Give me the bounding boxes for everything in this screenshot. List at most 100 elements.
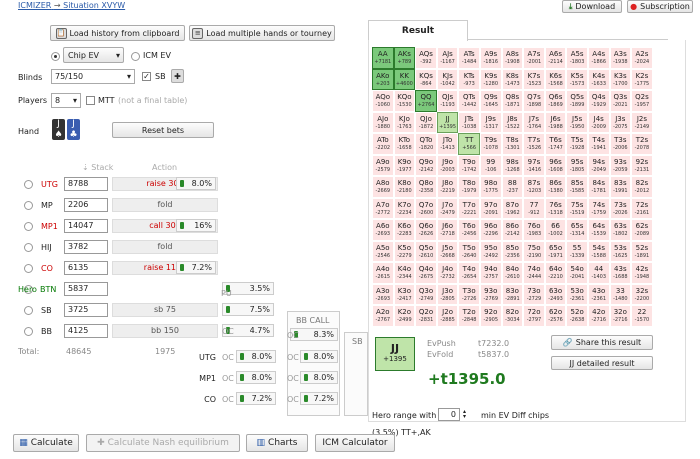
hand-cell[interactable]: A3o -2693	[372, 283, 394, 305]
tab-result[interactable]: Result	[368, 20, 468, 41]
hand-cell[interactable]: T8o -1979	[458, 176, 480, 198]
hand-cell[interactable]: 92s -2131	[631, 154, 653, 176]
hand-cell[interactable]: Q7s -1898	[523, 90, 545, 112]
hand-cell[interactable]: Q9o -2142	[415, 154, 437, 176]
hand-cell[interactable]: AQo -1060	[372, 90, 394, 112]
hand-cell[interactable]: T5s -1928	[566, 133, 588, 155]
icm-ev-radio[interactable]	[131, 52, 140, 61]
hero-range-input[interactable]: 0	[438, 408, 460, 421]
action-box[interactable]: fold	[112, 198, 218, 212]
breadcrumb-home[interactable]: ICMIZER	[18, 1, 51, 10]
hand-cell[interactable]: A6o -2693	[372, 219, 394, 241]
hand-cell[interactable]: 73o -2729	[523, 283, 545, 305]
hand-cell[interactable]: J3s -2075	[609, 111, 632, 133]
hand-cell[interactable]: KK +4600	[393, 68, 416, 90]
hand-cell[interactable]: 22 -1570	[631, 305, 653, 327]
download-button[interactable]: ⤓ Download	[562, 0, 622, 13]
hand-cell[interactable]: 52s -1891	[631, 240, 653, 262]
hand-card-1[interactable]: J ♠	[52, 119, 65, 140]
hand-cell[interactable]: A9o -2579	[372, 154, 394, 176]
hand-cell[interactable]: 74o -2444	[523, 262, 545, 284]
hand-cell[interactable]: T3s -2006	[609, 133, 632, 155]
hand-cell[interactable]: 98o -1775	[479, 176, 502, 198]
stack-input[interactable]: 2206	[64, 198, 108, 212]
hand-cell[interactable]: 92o -2905	[479, 305, 502, 327]
nash-button[interactable]: ✚ Calculate Nash equilibrium	[86, 434, 240, 452]
hand-cell[interactable]: K8o -2180	[393, 176, 416, 198]
stack-input[interactable]: 6135	[64, 261, 108, 275]
hand-cell[interactable]: J8o -2219	[436, 176, 459, 198]
hand-cell[interactable]: 83o -2891	[501, 283, 524, 305]
hand-cell[interactable]: 88 -237	[501, 176, 524, 198]
hand-cell[interactable]: 53s -1625	[609, 240, 632, 262]
seat-radio[interactable]	[24, 180, 33, 189]
add-icon[interactable]: ✚	[171, 69, 184, 83]
hand-cell[interactable]: K3s -1700	[609, 68, 632, 90]
hand-cell[interactable]: J8s -1522	[501, 111, 524, 133]
hand-cell[interactable]: 43o -2361	[587, 283, 610, 305]
hand-cell[interactable]: JTs -1038	[458, 111, 480, 133]
hand-cell[interactable]: 54o -2041	[566, 262, 588, 284]
blinds-select[interactable]: 75/150 ▾	[51, 69, 135, 84]
hand-cell[interactable]: T7s -1526	[523, 133, 545, 155]
hand-cell[interactable]: Q6o -2626	[415, 219, 437, 241]
hand-cell[interactable]: 75s -1519	[566, 197, 588, 219]
hand-cell[interactable]: Q5o -2610	[415, 240, 437, 262]
hand-cell[interactable]: J9s -1317	[479, 111, 502, 133]
hand-cell[interactable]: 95o -2492	[479, 240, 502, 262]
hand-cell[interactable]: A2o -2767	[372, 305, 394, 327]
hand-cell[interactable]: 32s -2200	[631, 283, 653, 305]
players-select[interactable]: 8 ▾	[51, 93, 81, 108]
hand-cell[interactable]: 85s -1585	[566, 176, 588, 198]
hand-cell[interactable]: J2o -2885	[436, 305, 459, 327]
breadcrumb-current[interactable]: Situation XVYW	[63, 1, 125, 10]
hand-cell[interactable]: 86s -1380	[544, 176, 567, 198]
hand-cell[interactable]: AJs -1167	[436, 47, 459, 69]
hand-cell[interactable]: AA +7181	[372, 47, 394, 69]
hand-cell[interactable]: 64o -2210	[544, 262, 567, 284]
hand-cell[interactable]: AJo -1880	[372, 111, 394, 133]
hand-cell[interactable]: 42s -1948	[631, 262, 653, 284]
hand-cell[interactable]: A8o -2669	[372, 176, 394, 198]
hand-cell[interactable]: 83s -1991	[609, 176, 632, 198]
hand-cell[interactable]: 53o -2361	[566, 283, 588, 305]
hand-cell[interactable]: A4s -1866	[587, 47, 610, 69]
hand-cell[interactable]: KQo -1530	[393, 90, 416, 112]
hand-cell[interactable]: K6s -1568	[544, 68, 567, 90]
hand-cell[interactable]: J9o -2003	[436, 154, 459, 176]
hand-cell[interactable]: 93s -2059	[609, 154, 632, 176]
hand-cell[interactable]: JJ +1395	[436, 111, 459, 133]
hand-cell[interactable]: T3o -2726	[458, 283, 480, 305]
stack-input[interactable]: 8788	[64, 177, 108, 191]
action-box[interactable]: bb 150	[112, 324, 218, 338]
hand-cell[interactable]: Q6s -1869	[544, 90, 567, 112]
stack-input[interactable]: 4125	[64, 324, 108, 338]
mtt-checkbox[interactable]	[86, 96, 95, 105]
hand-cell[interactable]: 63o -2493	[544, 283, 567, 305]
hand-cell[interactable]: Q8o -2358	[415, 176, 437, 198]
hand-cell[interactable]: 97s -1416	[523, 154, 545, 176]
hand-cell[interactable]: 76o -1983	[523, 219, 545, 241]
hand-cell[interactable]: 82s -2012	[631, 176, 653, 198]
hand-cell[interactable]: QJs -1193	[436, 90, 459, 112]
hand-cell[interactable]: J7o -2479	[436, 197, 459, 219]
hand-cell[interactable]: T4o -2654	[458, 262, 480, 284]
hand-cell[interactable]: A2s -2024	[631, 47, 653, 69]
seat-radio[interactable]	[24, 243, 33, 252]
hand-cell[interactable]: 62s -2089	[631, 219, 653, 241]
stack-input[interactable]: 5837	[64, 282, 108, 296]
hand-cell[interactable]: 43s -1688	[609, 262, 632, 284]
hand-cell[interactable]: Q5s -1899	[566, 90, 588, 112]
hand-cell[interactable]: Q7o -2600	[415, 197, 437, 219]
hand-cell[interactable]: J7s -1764	[523, 111, 545, 133]
chip-ev-radio[interactable]	[51, 52, 60, 61]
charts-button[interactable]: ▥ Charts	[246, 434, 308, 452]
hand-cell[interactable]: 55 -1339	[566, 240, 588, 262]
stack-input[interactable]: 3782	[64, 240, 108, 254]
hand-cell[interactable]: JTo -1413	[436, 133, 459, 155]
subscription-button[interactable]: ● Subscription	[627, 0, 693, 13]
hand-cell[interactable]: 94o -2757	[479, 262, 502, 284]
hand-cell[interactable]: 52o -2638	[566, 305, 588, 327]
hand-cell[interactable]: Q4s -1929	[587, 90, 610, 112]
action-box[interactable]: fold	[112, 240, 218, 254]
